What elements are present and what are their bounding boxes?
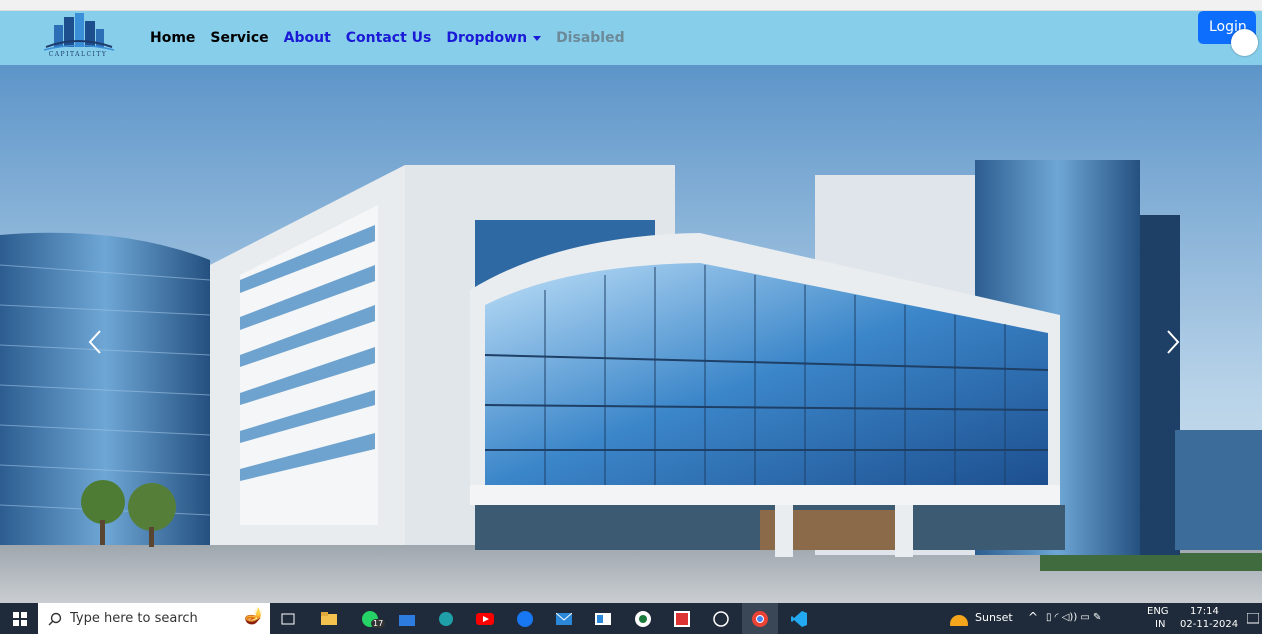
app-circle-icon[interactable] [710,603,732,634]
taskbar-search-box[interactable]: Type here to search 🪔 [38,603,270,634]
hero-building-image [0,65,1262,603]
nav-links: Home Service About Contact Us Dropdown D… [150,11,625,65]
nav-about[interactable]: About [284,30,331,46]
clock-date[interactable]: 02-11-2024 [1180,619,1238,631]
whatsapp-icon[interactable]: 17 [358,603,386,634]
lang-bottom[interactable]: IN [1155,619,1165,631]
browser-top-strip [0,0,1262,11]
nav-contact-us[interactable]: Contact Us [346,30,432,46]
buildings-logo-icon [43,13,115,51]
youtube-icon[interactable] [474,603,496,634]
chevron-left-icon[interactable] [80,327,110,357]
search-icon [48,612,62,625]
brand-logo[interactable]: CAPITALCITY [36,13,120,63]
hero-carousel [0,65,1262,603]
toggle-knob[interactable] [1231,29,1258,56]
search-placeholder: Type here to search [70,611,198,626]
windows-taskbar: Type here to search 🪔 17 Sunset ^ ▯ ◜ ◁)… [0,603,1262,634]
task-view-icon[interactable] [278,603,298,634]
nav-service[interactable]: Service [210,30,268,46]
festival-doodle-icon: 🪔 [244,606,264,625]
vscode-icon[interactable] [787,603,811,634]
weather-sun-icon[interactable] [948,603,970,634]
nav-disabled: Disabled [556,30,625,46]
edge-icon[interactable] [435,603,457,634]
store-icon[interactable] [396,603,418,634]
logo-text: CAPITALCITY [48,51,108,58]
chrome-icon[interactable] [742,603,778,634]
caret-down-icon [533,35,542,41]
navbar: CAPITALCITY Home Service About Contact U… [0,11,1262,65]
clock-time[interactable]: 17:14 [1190,606,1219,618]
nav-home[interactable]: Home [150,30,195,46]
nav-dropdown-label: Dropdown [446,30,528,46]
chevron-right-icon[interactable] [1158,327,1188,357]
lang-top[interactable]: ENG [1147,606,1169,618]
facebook-icon[interactable] [514,603,536,634]
weather-label: Sunset [975,611,1013,624]
tray-chevron-up-icon[interactable]: ^ [1028,611,1038,623]
file-explorer-icon[interactable] [318,603,340,634]
mail-icon[interactable] [553,603,575,634]
tray-icons[interactable]: ▯ ◜ ◁)) ▭ ✎ [1046,612,1101,624]
notification-icon[interactable] [1244,603,1262,634]
windows-start-icon[interactable] [8,603,32,634]
app-drop-icon[interactable] [632,603,654,634]
photo-app-icon[interactable] [671,603,693,634]
whatsapp-badge: 17 [371,619,386,628]
nav-dropdown[interactable]: Dropdown [446,30,542,46]
news-icon[interactable] [592,603,614,634]
